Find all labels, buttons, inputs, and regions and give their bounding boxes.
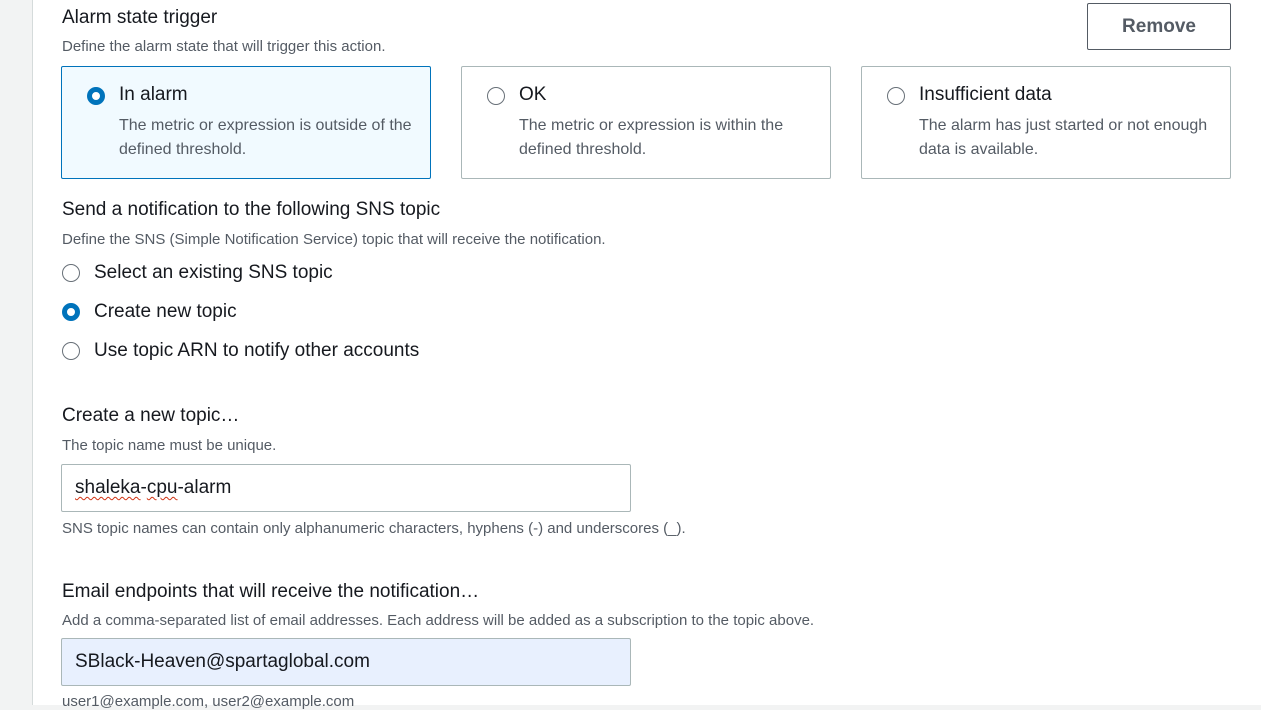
option-topic-arn-label: Use topic ARN to notify other accounts xyxy=(94,340,420,361)
tile-ok-label: OK xyxy=(519,84,547,105)
radio-in-alarm[interactable] xyxy=(87,87,105,105)
tile-insufficient-data[interactable]: Insufficient data The alarm has just sta… xyxy=(861,66,1231,179)
topic-name-input[interactable]: shaleka-cpu-alarm xyxy=(61,464,631,512)
tile-in-alarm-description: The metric or expression is outside of t… xyxy=(119,117,412,158)
topic-name-part3: cpu xyxy=(146,477,178,498)
radio-topic-arn[interactable] xyxy=(62,342,80,360)
tile-insufficient-data-description: The alarm has just started or not enough… xyxy=(919,117,1208,158)
trigger-description: Define the alarm state that will trigger… xyxy=(62,38,386,55)
radio-insufficient-data[interactable] xyxy=(887,87,905,105)
tile-in-alarm[interactable]: In alarm The metric or expression is out… xyxy=(61,66,431,179)
topic-name-hint: SNS topic names can contain only alphanu… xyxy=(62,520,686,537)
option-create-new-topic-label: Create new topic xyxy=(94,301,237,322)
remove-button[interactable]: Remove xyxy=(1087,3,1231,50)
trigger-title: Alarm state trigger xyxy=(62,7,218,28)
tile-insufficient-data-label: Insufficient data xyxy=(919,84,1052,105)
sns-title: Send a notification to the following SNS… xyxy=(62,199,441,220)
email-endpoints-input[interactable]: SBlack-Heaven@spartaglobal.com xyxy=(61,638,631,686)
radio-existing-topic[interactable] xyxy=(62,264,80,282)
option-existing-topic-label: Select an existing SNS topic xyxy=(94,262,333,283)
tile-in-alarm-label: In alarm xyxy=(119,84,188,105)
new-topic-title: Create a new topic… xyxy=(62,405,240,426)
sns-description: Define the SNS (Simple Notification Serv… xyxy=(62,231,606,248)
tile-ok-description: The metric or expression is within the d… xyxy=(519,117,784,158)
option-topic-arn[interactable]: Use topic ARN to notify other accounts xyxy=(62,340,419,362)
email-hint: user1@example.com, user2@example.com xyxy=(62,693,355,710)
new-topic-description: The topic name must be unique. xyxy=(62,437,277,454)
radio-ok[interactable] xyxy=(487,87,505,105)
topic-name-part1: shaleka xyxy=(75,477,141,498)
option-existing-topic[interactable]: Select an existing SNS topic xyxy=(62,262,333,284)
email-description: Add a comma-separated list of email addr… xyxy=(62,612,815,629)
topic-name-part4: -alarm xyxy=(177,477,232,498)
tile-ok[interactable]: OK The metric or expression is within th… xyxy=(461,66,831,179)
radio-create-new-topic[interactable] xyxy=(62,303,80,321)
email-title: Email endpoints that will receive the no… xyxy=(62,581,480,602)
option-create-new-topic[interactable]: Create new topic xyxy=(62,301,237,323)
